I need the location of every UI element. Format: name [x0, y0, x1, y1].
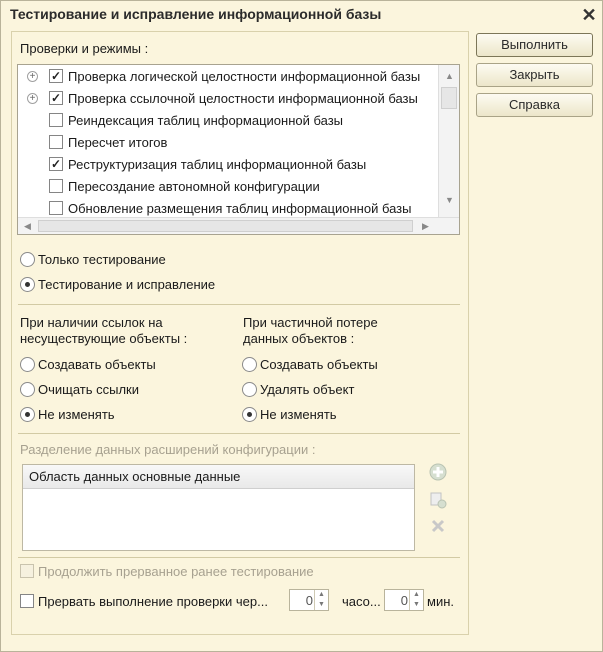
radio-partial-keep[interactable] — [242, 407, 257, 422]
delete-icon[interactable] — [428, 518, 448, 538]
title-bar: Тестирование и исправление информационно… — [1, 1, 602, 29]
copy-icon[interactable] — [428, 491, 448, 511]
radio-partial-create[interactable] — [242, 357, 257, 372]
expand-icon[interactable]: + — [27, 71, 38, 82]
hours-label: часо... — [342, 594, 381, 609]
scroll-left-icon[interactable]: ◀ — [24, 221, 31, 232]
scroll-up-icon[interactable]: ▲ — [445, 71, 454, 81]
tree-row[interactable]: Пересоздание автономной конфигурации — [18, 176, 438, 198]
horizontal-scrollbar[interactable]: ◀ ▶ — [18, 217, 459, 234]
test-only-label[interactable]: Только тестирование — [38, 252, 166, 267]
stepper-arrows-icon[interactable]: ▲ ▼ — [409, 590, 423, 610]
tree-row-label: Реиндексация таблиц информационной базы — [68, 113, 344, 128]
extensions-table[interactable]: Область данных основные данные — [22, 464, 415, 551]
tree-row[interactable]: Пересчет итогов — [18, 132, 438, 154]
minutes-value[interactable]: 0 — [401, 593, 408, 608]
checkbox-icon[interactable] — [49, 179, 63, 193]
tree-row-label: Проверка логической целостности информац… — [68, 69, 421, 84]
extensions-label: Разделение данных расширений конфигураци… — [20, 442, 316, 457]
tree-row-label: Реструктуризация таблиц информационной б… — [68, 157, 367, 172]
partial-keep-label[interactable]: Не изменять — [260, 407, 337, 422]
interrupt-checkbox[interactable] — [20, 594, 34, 608]
tree-row[interactable]: + ✓ Проверка ссылочной целостности инфор… — [18, 88, 438, 110]
tree-row[interactable]: + ✓ Проверка логической целостности инфо… — [18, 66, 438, 88]
refs-create-label[interactable]: Создавать объекты — [38, 357, 156, 372]
checkbox-icon[interactable] — [49, 201, 63, 215]
tree-row[interactable]: ✓ Реструктуризация таблиц информационной… — [18, 154, 438, 176]
minutes-label: мин. — [427, 594, 454, 609]
scroll-down-icon[interactable]: ▼ — [445, 195, 454, 205]
partial-title-line2: данных объектов : — [243, 331, 355, 346]
radio-refs-clear[interactable] — [20, 382, 35, 397]
radio-refs-create[interactable] — [20, 357, 35, 372]
tree-row-label: Обновление размещения таблиц информацион… — [68, 201, 412, 216]
checkbox-icon[interactable] — [49, 113, 63, 127]
radio-partial-delete[interactable] — [242, 382, 257, 397]
expand-icon[interactable]: + — [27, 93, 38, 104]
radio-test-and-fix[interactable] — [20, 277, 35, 292]
radio-refs-keep[interactable] — [20, 407, 35, 422]
checkbox-icon[interactable] — [49, 135, 63, 149]
scroll-right-icon[interactable]: ▶ — [422, 221, 429, 232]
dialog-window: Тестирование и исправление информационно… — [0, 0, 603, 652]
separator — [18, 557, 460, 558]
partial-delete-label[interactable]: Удалять объект — [260, 382, 354, 397]
checks-tree: + ✓ Проверка логической целостности инфо… — [17, 64, 460, 235]
checks-label: Проверки и режимы : — [20, 41, 149, 56]
close-icon[interactable]: ✕ — [579, 5, 599, 25]
window-title: Тестирование и исправление информационно… — [10, 6, 382, 22]
add-icon[interactable] — [428, 463, 448, 483]
close-button[interactable]: Закрыть — [476, 63, 593, 87]
scroll-thumb[interactable] — [38, 220, 413, 232]
continue-checkbox[interactable] — [20, 564, 34, 578]
minutes-stepper[interactable]: 0 ▲ ▼ — [384, 589, 424, 611]
checkbox-icon[interactable]: ✓ — [49, 157, 63, 171]
radio-test-only[interactable] — [20, 252, 35, 267]
partial-create-label[interactable]: Создавать объекты — [260, 357, 378, 372]
scroll-thumb[interactable] — [441, 87, 457, 109]
separator — [18, 433, 460, 434]
refs-title-line2: несуществующие объекты : — [20, 331, 188, 346]
checkbox-icon[interactable]: ✓ — [49, 69, 63, 83]
refs-title: При наличии ссылок на — [20, 315, 163, 330]
interrupt-label: Прервать выполнение проверки чер... — [38, 594, 268, 609]
refs-clear-label[interactable]: Очищать ссылки — [38, 382, 139, 397]
refs-keep-label[interactable]: Не изменять — [38, 407, 115, 422]
separator — [18, 304, 460, 305]
test-and-fix-label[interactable]: Тестирование и исправление — [38, 277, 215, 292]
tree-row-label: Пересчет итогов — [68, 135, 168, 150]
tree-row-label: Проверка ссылочной целостности информаци… — [68, 91, 418, 106]
hours-value[interactable]: 0 — [306, 593, 313, 608]
stepper-arrows-icon[interactable]: ▲ ▼ — [314, 590, 328, 610]
checkbox-icon[interactable]: ✓ — [49, 91, 63, 105]
continue-label: Продолжить прерванное ранее тестирование — [38, 564, 314, 579]
vertical-scrollbar[interactable]: ▲ ▼ — [438, 65, 459, 217]
help-button[interactable]: Справка — [476, 93, 593, 117]
tree-row-label: Пересоздание автономной конфигурации — [68, 179, 320, 194]
execute-button[interactable]: Выполнить — [476, 33, 593, 57]
hours-stepper[interactable]: 0 ▲ ▼ — [289, 589, 329, 611]
tree-row[interactable]: Реиндексация таблиц информационной базы — [18, 110, 438, 132]
table-column-header[interactable]: Область данных основные данные — [23, 465, 414, 489]
partial-title: При частичной потере — [243, 315, 378, 330]
